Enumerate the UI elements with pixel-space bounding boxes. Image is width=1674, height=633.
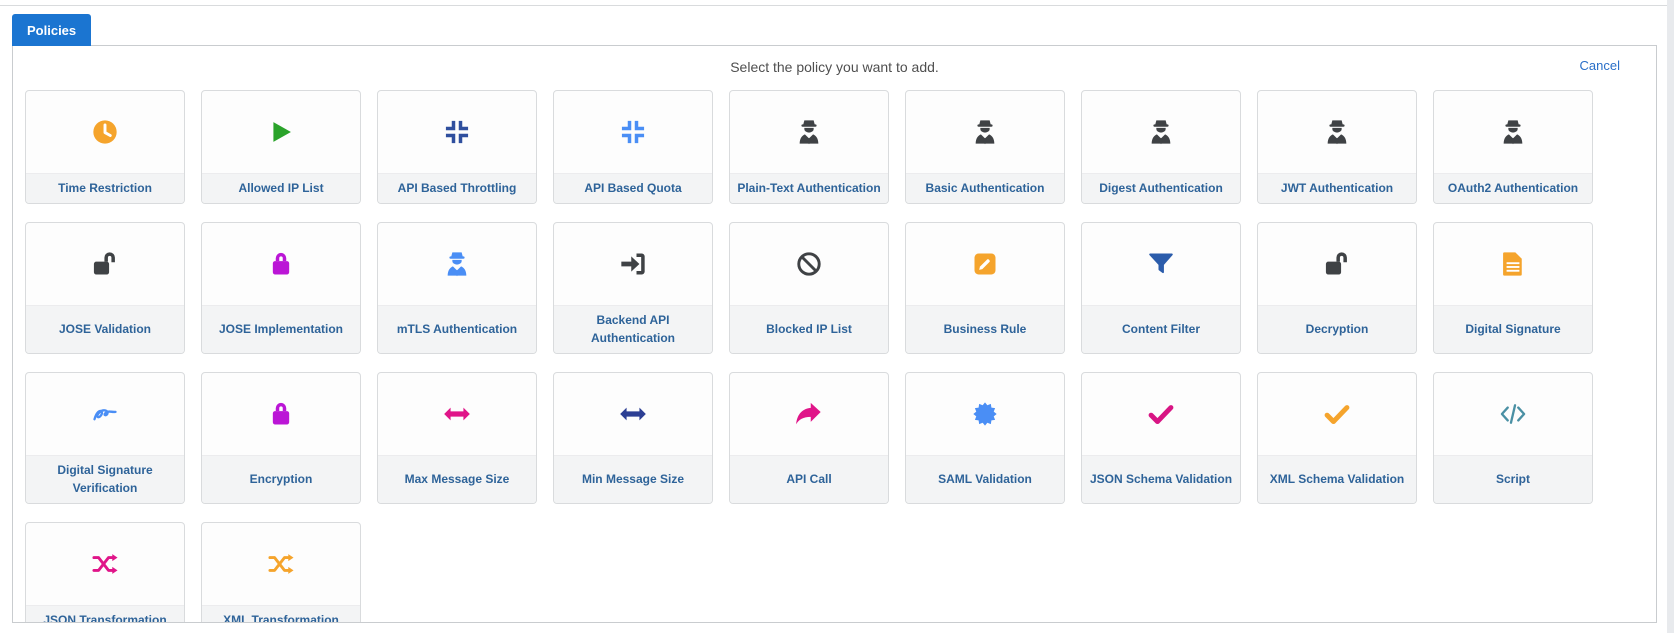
policy-grid: Time Restriction Allowed IP List API Based… (13, 88, 1656, 622)
policy-card-label: Basic Authentication (906, 173, 1064, 204)
policy-card-label: Allowed IP List (202, 173, 360, 204)
lock-open-icon (1258, 223, 1416, 305)
policy-card[interactable]: Decryption (1257, 222, 1417, 355)
policy-card-label: OAuth2 Authentication (1434, 173, 1592, 204)
policy-card[interactable]: Encryption (201, 372, 361, 504)
user-secret-icon (730, 91, 888, 173)
code-icon (1434, 373, 1592, 455)
policy-card-label: Min Message Size (554, 455, 712, 503)
policy-card[interactable]: JOSE Implementation (201, 222, 361, 355)
user-secret-icon (1258, 91, 1416, 173)
check-icon (1258, 373, 1416, 455)
policy-card-label: mTLS Authentication (378, 305, 536, 354)
policy-card[interactable]: OAuth2 Authentication (1433, 90, 1593, 205)
tab-policies-label: Policies (27, 22, 77, 38)
policy-card[interactable]: Allowed IP List (201, 90, 361, 205)
user-secret-icon (378, 223, 536, 305)
policy-card-label: JOSE Implementation (202, 305, 360, 354)
policy-card[interactable]: Digest Authentication (1081, 90, 1241, 205)
user-secret-icon (1082, 91, 1240, 173)
lock-open-icon (26, 223, 184, 305)
policy-card[interactable]: JSON Schema Validation (1081, 372, 1241, 504)
ban-icon (730, 223, 888, 305)
policy-card-label: Time Restriction (26, 173, 184, 204)
policy-card[interactable]: Digital Signature Verification (25, 372, 185, 504)
sign-in-icon (554, 223, 712, 305)
document-icon (1434, 223, 1592, 305)
lock-icon (202, 223, 360, 305)
tab-policies[interactable]: Policies (12, 14, 92, 46)
policy-card-label: Encryption (202, 455, 360, 503)
page-top-divider (0, 5, 1674, 6)
policy-card[interactable]: Max Message Size (377, 372, 537, 504)
policy-card-label: JSON Schema Validation (1082, 455, 1240, 503)
compress-icon (554, 91, 712, 173)
policy-card[interactable]: API Based Throttling (377, 90, 537, 205)
policy-card-label: XML Schema Validation (1258, 455, 1416, 503)
policy-card[interactable]: SAML Validation (905, 372, 1065, 504)
policy-card-label: XML Transformation (202, 604, 360, 622)
policy-card[interactable]: Blocked IP List (729, 222, 889, 355)
policy-card-label: Plain-Text Authentication (730, 173, 888, 204)
arrows-horizontal-icon (554, 373, 712, 455)
signature-icon (26, 373, 184, 455)
policy-card-label: Backend API Authentication (554, 305, 712, 354)
policy-card-label: API Call (730, 455, 888, 503)
policy-card[interactable]: Script (1433, 372, 1593, 504)
edit-square-icon (906, 223, 1064, 305)
policy-card[interactable]: mTLS Authentication (377, 222, 537, 355)
policy-card-label: JWT Authentication (1258, 173, 1416, 204)
policy-card[interactable]: JWT Authentication (1257, 90, 1417, 205)
panel-prompt: Select the policy you want to add. (730, 59, 939, 75)
arrows-horizontal-icon (378, 373, 536, 455)
policy-card[interactable]: API Call (729, 372, 889, 504)
policy-card-label: Digital Signature (1434, 305, 1592, 354)
user-secret-icon (1434, 91, 1592, 173)
policy-card[interactable]: Content Filter (1081, 222, 1241, 355)
clock-icon (26, 91, 184, 173)
policy-picker-panel: Select the policy you want to add. Cance… (12, 45, 1657, 623)
policy-card-label: JOSE Validation (26, 305, 184, 354)
policy-card[interactable]: Basic Authentication (905, 90, 1065, 205)
policy-card[interactable]: Business Rule (905, 222, 1065, 355)
policy-card[interactable]: Digital Signature (1433, 222, 1593, 355)
policy-card-label: API Based Throttling (378, 173, 536, 204)
panel-header: Select the policy you want to add. Cance… (13, 46, 1656, 88)
policy-card-label: Digest Authentication (1082, 173, 1240, 204)
certificate-icon (906, 373, 1064, 455)
policy-card[interactable]: Min Message Size (553, 372, 713, 504)
scrollbar-track[interactable] (1667, 0, 1674, 633)
policy-card[interactable]: JOSE Validation (25, 222, 185, 355)
cancel-link[interactable]: Cancel (1580, 58, 1620, 73)
policy-card-label: Max Message Size (378, 455, 536, 503)
shuffle-icon (26, 523, 184, 605)
policy-card-label: Digital Signature Verification (26, 455, 184, 503)
lock-icon (202, 373, 360, 455)
policy-card[interactable]: XML Transformation (201, 521, 361, 622)
shuffle-icon (202, 523, 360, 605)
policy-card-label: Content Filter (1082, 305, 1240, 354)
filter-icon (1082, 223, 1240, 305)
policy-card-label: Script (1434, 455, 1592, 503)
policy-card-label: Blocked IP List (730, 305, 888, 354)
share-arrow-icon (730, 373, 888, 455)
policy-card[interactable]: API Based Quota (553, 90, 713, 205)
policy-card-label: SAML Validation (906, 455, 1064, 503)
policy-card[interactable]: Plain-Text Authentication (729, 90, 889, 205)
policy-card-label: JSON Transformation (26, 604, 184, 622)
check-icon (1082, 373, 1240, 455)
policy-card[interactable]: JSON Transformation (25, 521, 185, 622)
play-icon (202, 91, 360, 173)
policy-card[interactable]: XML Schema Validation (1257, 372, 1417, 504)
compress-icon (378, 91, 536, 173)
policy-card-label: Decryption (1258, 305, 1416, 354)
policy-card-label: Business Rule (906, 305, 1064, 354)
policy-card[interactable]: Time Restriction (25, 90, 185, 205)
user-secret-icon (906, 91, 1064, 173)
policy-card[interactable]: Backend API Authentication (553, 222, 713, 355)
policy-card-label: API Based Quota (554, 173, 712, 204)
